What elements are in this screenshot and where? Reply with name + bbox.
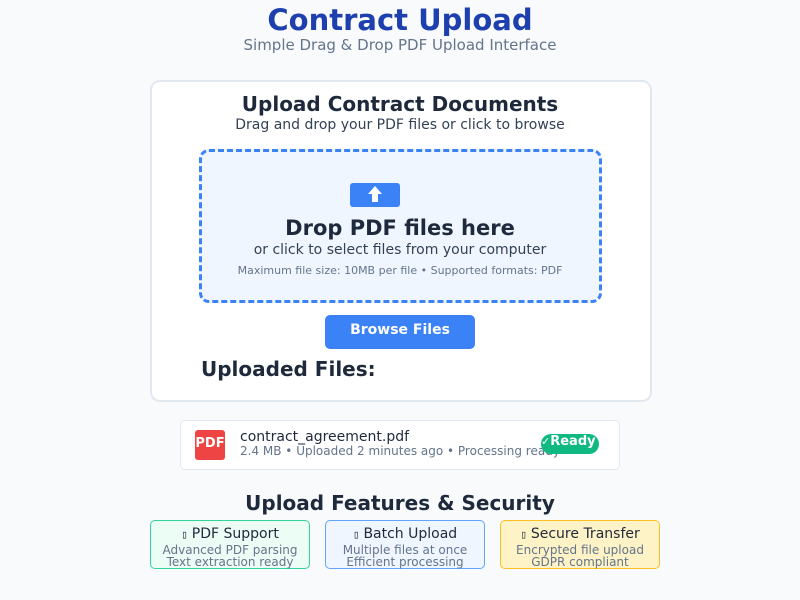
feature-title: PDF Support [191, 526, 279, 542]
upload-card-title: Upload Contract Documents [241, 92, 559, 116]
upload-arrow-icon [350, 183, 400, 207]
dropzone-subtitle: or click to select files from your compu… [253, 242, 547, 258]
feature-card-secure-transfer: ▯ Secure Transfer Encrypted file upload G… [500, 520, 660, 569]
dropzone-hint: Maximum file size: 10MB per file • Suppo… [237, 264, 563, 277]
feature-card-batch-upload: ▯ Batch Upload Multiple files at once Eff… [325, 520, 485, 569]
status-label: Ready [550, 434, 596, 449]
feature-title: Secure Transfer [530, 526, 640, 542]
pdf-file-icon: PDF [195, 430, 225, 460]
dropzone-title: Drop PDF files here [285, 216, 515, 240]
batch-upload-icon: ▯ [352, 528, 360, 541]
page-subtitle: Simple Drag & Drop PDF Upload Interface [243, 36, 557, 54]
browse-files-button[interactable]: Browse Files [325, 315, 475, 349]
uploaded-files-heading: Uploaded Files: [201, 357, 376, 381]
feature-line: Text extraction ready [166, 555, 294, 569]
features-heading: Upload Features & Security [245, 491, 555, 515]
status-badge: ✓Ready [541, 434, 599, 454]
file-meta: 2.4 MB • Uploaded 2 minutes ago • Proces… [240, 444, 560, 458]
pdf-support-icon: ▯ [181, 528, 188, 541]
secure-transfer-icon: ▯ [520, 528, 527, 541]
feature-card-pdf-support: ▯ PDF Support Advanced PDF parsing Text e… [150, 520, 310, 569]
page-title: Contract Upload [267, 3, 533, 37]
upload-card-subtitle: Drag and drop your PDF files or click to… [235, 117, 565, 133]
feature-title: Batch Upload [363, 526, 458, 542]
feature-line: Efficient processing [346, 555, 464, 569]
feature-line: GDPR compliant [531, 555, 629, 569]
